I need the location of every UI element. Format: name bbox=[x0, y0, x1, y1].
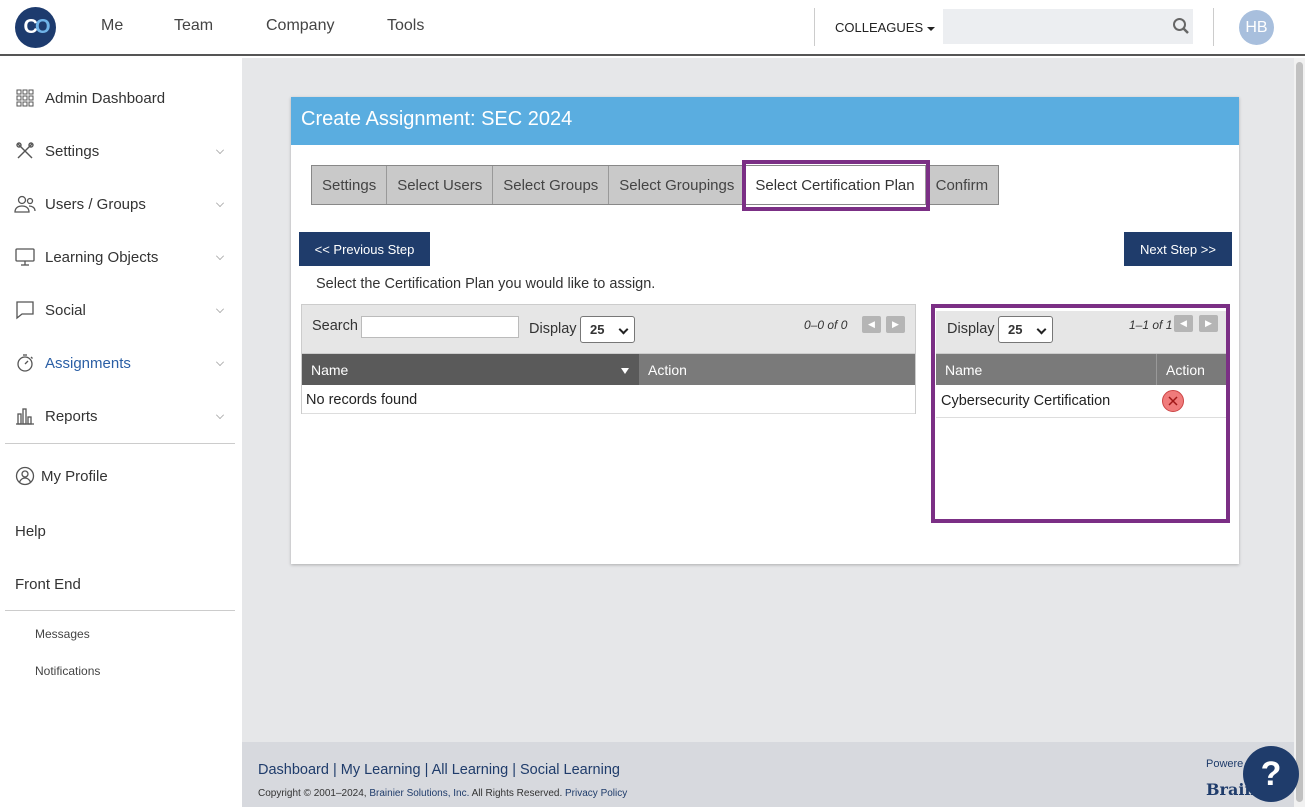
row-divider bbox=[302, 413, 915, 414]
sidebar-item-label: Admin Dashboard bbox=[45, 89, 166, 107]
nav-divider-2 bbox=[1213, 8, 1214, 46]
chevron-down-icon bbox=[216, 411, 224, 419]
copyright: Copyright © 2001–2024, Brainier Solution… bbox=[258, 788, 627, 799]
column-name-header[interactable]: Name bbox=[302, 354, 639, 385]
pager-text: 0–0 of 0 bbox=[804, 318, 848, 332]
grid-header: Name Action bbox=[302, 354, 915, 385]
previous-step-button[interactable]: << Previous Step bbox=[299, 232, 430, 266]
next-step-button[interactable]: Next Step >> bbox=[1124, 232, 1232, 266]
top-navbar: CO Me Team Company Tools COLLEAGUES HB bbox=[0, 0, 1305, 56]
chat-icon bbox=[14, 299, 36, 321]
nav-company[interactable]: Company bbox=[266, 17, 334, 35]
sidebar-item-reports[interactable]: Reports bbox=[14, 404, 229, 428]
users-icon bbox=[14, 193, 36, 215]
active-tab-highlight bbox=[742, 160, 930, 211]
sidebar-item-help[interactable]: Help bbox=[15, 523, 46, 540]
tab-select-groupings[interactable]: Select Groupings bbox=[609, 166, 746, 204]
footer-separator: | bbox=[508, 762, 520, 778]
available-plans-grid: Search Display 25 0–0 of 0 ◀ ▶ Name Acti… bbox=[301, 304, 916, 414]
sidebar-item-notifications[interactable]: Notifications bbox=[35, 664, 100, 678]
prev-page-icon[interactable]: ◀ bbox=[862, 316, 881, 333]
sidebar-item-social[interactable]: Social bbox=[14, 298, 229, 322]
sidebar-item-label: Learning Objects bbox=[45, 248, 159, 266]
sidebar-item-admin-dashboard[interactable]: Admin Dashboard bbox=[14, 86, 229, 110]
next-page-icon[interactable]: ▶ bbox=[886, 316, 905, 333]
privacy-policy-link[interactable]: Privacy Policy bbox=[565, 788, 627, 799]
nav-team[interactable]: Team bbox=[174, 17, 213, 35]
sidebar-item-front-end[interactable]: Front End bbox=[15, 576, 81, 593]
bar-chart-icon bbox=[14, 405, 36, 427]
grid-search-input[interactable] bbox=[361, 316, 519, 338]
column-label: Name bbox=[311, 361, 349, 378]
stopwatch-icon bbox=[14, 352, 36, 374]
global-search-input[interactable] bbox=[943, 9, 1193, 44]
sidebar-item-label: Social bbox=[45, 301, 86, 319]
chevron-down-icon bbox=[216, 199, 224, 207]
tab-settings[interactable]: Settings bbox=[312, 166, 388, 204]
sort-desc-icon bbox=[621, 368, 629, 374]
tools-icon bbox=[14, 140, 36, 162]
sidebar-item-label: Reports bbox=[45, 407, 98, 425]
company-logo[interactable]: CO bbox=[15, 7, 56, 48]
colleagues-label: COLLEAGUES bbox=[835, 20, 924, 35]
tab-select-users[interactable]: Select Users bbox=[387, 166, 494, 204]
sidebar-divider bbox=[5, 610, 235, 611]
user-avatar[interactable]: HB bbox=[1239, 10, 1274, 45]
footer-link-my-learning[interactable]: My Learning bbox=[341, 762, 421, 778]
help-button[interactable]: ? bbox=[1243, 746, 1299, 802]
grid-toolbar: Search Display 25 0–0 of 0 ◀ ▶ bbox=[302, 305, 915, 354]
empty-message: No records found bbox=[306, 392, 418, 408]
nav-tools[interactable]: Tools bbox=[387, 17, 424, 35]
chevron-down-icon bbox=[618, 324, 629, 335]
search-icon[interactable] bbox=[1172, 17, 1190, 35]
tab-select-groups[interactable]: Select Groups bbox=[493, 166, 610, 204]
display-count-value: 25 bbox=[590, 322, 605, 337]
rights-text: All Rights Reserved. bbox=[471, 788, 563, 799]
sidebar-item-assignments[interactable]: Assignments bbox=[14, 351, 229, 375]
selected-grid-highlight bbox=[931, 304, 1230, 523]
sidebar: Admin Dashboard Settings Users / Groups … bbox=[0, 58, 242, 807]
company-link[interactable]: Brainier Solutions, Inc. bbox=[369, 788, 469, 799]
footer-link-social-learning[interactable]: Social Learning bbox=[520, 762, 620, 778]
sidebar-item-my-profile[interactable]: My Profile bbox=[14, 464, 229, 488]
footer-link-all-learning[interactable]: All Learning bbox=[432, 762, 509, 778]
sidebar-item-settings[interactable]: Settings bbox=[14, 139, 229, 163]
column-action-header: Action bbox=[648, 361, 687, 378]
scrollbar-thumb[interactable] bbox=[1296, 62, 1303, 802]
footer-separator: | bbox=[420, 762, 432, 778]
monitor-icon bbox=[14, 246, 36, 268]
tab-confirm[interactable]: Confirm bbox=[925, 166, 999, 204]
sidebar-divider bbox=[5, 443, 235, 444]
sidebar-item-label: Settings bbox=[45, 142, 100, 160]
nav-divider bbox=[814, 8, 815, 46]
copyright-text: Copyright © 2001–2024, bbox=[258, 788, 367, 799]
panel-title: Create Assignment: SEC 2024 bbox=[291, 97, 1239, 145]
chevron-down-icon bbox=[216, 146, 224, 154]
sidebar-item-label: Users / Groups bbox=[45, 195, 146, 213]
footer: Dashboard | My Learning | All Learning |… bbox=[242, 742, 1294, 807]
grid-icon bbox=[14, 87, 36, 109]
nav-me[interactable]: Me bbox=[101, 17, 123, 35]
display-label: Display bbox=[529, 321, 577, 337]
caret-down-icon bbox=[927, 26, 936, 31]
powered-by-text: Powere bbox=[1206, 758, 1244, 770]
display-count-select[interactable]: 25 bbox=[580, 316, 635, 343]
footer-links: Dashboard | My Learning | All Learning |… bbox=[258, 762, 620, 778]
footer-separator: | bbox=[328, 762, 341, 778]
sidebar-item-learning-objects[interactable]: Learning Objects bbox=[14, 245, 229, 269]
footer-link-dashboard[interactable]: Dashboard bbox=[258, 762, 329, 778]
search-label: Search bbox=[312, 318, 358, 334]
chevron-down-icon bbox=[216, 305, 224, 313]
instruction-text: Select the Certification Plan you would … bbox=[316, 276, 656, 292]
colleagues-dropdown[interactable]: COLLEAGUES bbox=[835, 20, 936, 35]
sidebar-item-users-groups[interactable]: Users / Groups bbox=[14, 192, 229, 216]
sidebar-item-messages[interactable]: Messages bbox=[35, 627, 90, 641]
sidebar-item-label: Assignments bbox=[45, 354, 131, 372]
chevron-down-icon bbox=[216, 358, 224, 366]
sidebar-item-label: My Profile bbox=[41, 467, 108, 485]
chevron-down-icon bbox=[216, 252, 224, 260]
profile-icon bbox=[14, 465, 36, 487]
